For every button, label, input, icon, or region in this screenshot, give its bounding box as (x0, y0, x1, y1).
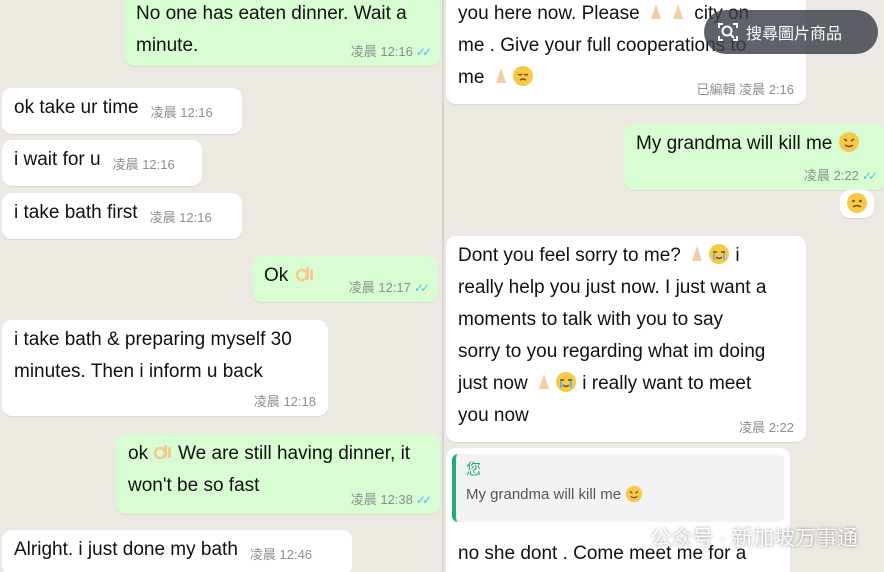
read-ticks-icon: ✓✓ (413, 281, 430, 295)
praying-hands-emoji-icon (495, 68, 506, 83)
message-incoming[interactable]: Alright. i just done my bath 凌晨 12:46 (2, 530, 352, 572)
chat-panel-right[interactable]: you here now. Please city on me . Give y… (444, 0, 884, 572)
message-time: 凌晨 12:16 ✓✓ (350, 44, 432, 59)
sweat-smile-emoji-icon (626, 485, 643, 503)
message-time: 凌晨 12:38 ✓✓ (350, 492, 432, 507)
message-text: My grandma will kill me (636, 128, 874, 160)
praying-hands-emoji-icon (692, 246, 703, 261)
sweat-smile-emoji-icon (838, 132, 859, 152)
image-search-button[interactable]: 搜尋圖片商品 (704, 10, 878, 54)
message-text: ok take ur time (14, 97, 139, 118)
crying-face-emoji-icon (555, 372, 576, 392)
quote-author: 您 (466, 461, 482, 478)
crying-face-emoji-icon (709, 244, 730, 264)
ok-hand-emoji-icon (295, 267, 313, 282)
message-text: i take bath & preparing myself 30 minute… (14, 329, 292, 382)
praying-hands-emoji-icon (672, 4, 683, 19)
watermark-text: 公众号 · 新加坡万事通 (650, 527, 858, 550)
reaction-bubble[interactable] (840, 190, 874, 218)
message-incoming-reply[interactable]: 您 My grandma will kill me no she dont . … (446, 448, 790, 572)
message-text: Ok (264, 265, 289, 286)
message-time: 凌晨 12:16 (150, 105, 213, 120)
message-incoming[interactable]: i take bath & preparing myself 30 minute… (2, 320, 328, 416)
message-text: Alright. i just done my bath (14, 539, 238, 560)
message-outgoing[interactable]: No one has eaten dinner. Wait a minute. … (124, 0, 440, 66)
message-time: 凌晨 2:22 (739, 420, 794, 435)
read-ticks-icon: ✓✓ (415, 493, 432, 507)
quoted-message[interactable]: 您 My grandma will kill me (452, 454, 784, 522)
message-text: i take bath first (14, 202, 138, 223)
message-text: i wait for u (14, 149, 101, 170)
message-time: 凌晨 12:18 (253, 394, 316, 409)
read-ticks-icon: ✓✓ (861, 169, 878, 183)
sad-face-emoji-icon (847, 193, 867, 213)
message-outgoing[interactable]: Ok 凌晨 12:17 ✓✓ (252, 256, 438, 302)
wechat-logo-icon (615, 527, 643, 547)
chat-panel-left[interactable]: No one has eaten dinner. Wait a minute. … (0, 0, 442, 572)
watermark: 公众号 · 新加坡万事通 (614, 522, 858, 552)
message-outgoing[interactable]: My grandma will kill me 凌晨 2:22 ✓✓ (624, 124, 884, 190)
message-time: 凌晨 2:22 ✓✓ (803, 168, 878, 183)
message-incoming[interactable]: i wait for u 凌晨 12:16 (2, 140, 202, 186)
message-incoming[interactable]: i take bath first 凌晨 12:16 (2, 193, 242, 239)
ok-hand-emoji-icon (153, 445, 172, 460)
message-time: 已編輯 凌晨 2:16 (696, 82, 794, 97)
message-outgoing[interactable]: ok We are still having dinner, it won't b… (116, 434, 440, 514)
message-text: Dont you feel sorry to me? i really help… (458, 244, 767, 426)
image-search-label: 搜尋圖片商品 (746, 26, 843, 43)
quote-text: My grandma will kill me (466, 482, 774, 508)
message-incoming[interactable]: ok take ur time 凌晨 12:16 (2, 88, 242, 134)
relieved-face-emoji-icon (512, 66, 533, 86)
message-incoming[interactable]: Dont you feel sorry to me? i really help… (446, 236, 806, 442)
praying-hands-emoji-icon (650, 4, 661, 19)
praying-hands-emoji-icon (538, 374, 549, 389)
read-ticks-icon: ✓✓ (415, 45, 432, 59)
message-time: 凌晨 12:17 ✓✓ (348, 280, 430, 295)
edited-label: 已編輯 (696, 82, 736, 97)
image-search-icon (718, 23, 738, 41)
message-time: 凌晨 12:16 (112, 157, 175, 172)
message-time: 凌晨 12:16 (149, 210, 212, 225)
message-time: 凌晨 12:46 (249, 547, 313, 562)
